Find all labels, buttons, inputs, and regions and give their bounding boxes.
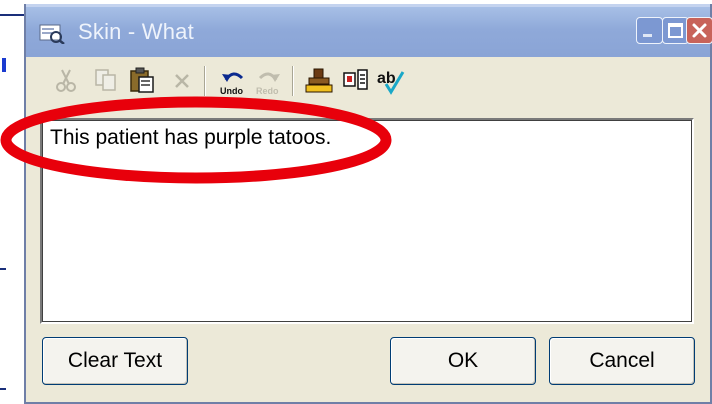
skin-what-dialog: Skin - What Undo Redo ab This patient ha… xyxy=(24,4,712,404)
redo-icon[interactable]: Redo xyxy=(254,66,282,96)
copy-icon[interactable] xyxy=(92,66,120,94)
toolbar-separator xyxy=(292,66,294,96)
note-text-value: This patient has purple tatoos. xyxy=(50,126,332,149)
minimize-button[interactable] xyxy=(636,17,663,44)
background-app-edge xyxy=(0,0,26,404)
svg-text:Redo: Redo xyxy=(256,86,279,96)
background-border-line xyxy=(0,268,6,270)
cancel-button[interactable]: Cancel xyxy=(549,337,695,385)
undo-icon[interactable]: Undo xyxy=(218,66,246,96)
note-text-field[interactable]: This patient has purple tatoos. xyxy=(40,118,694,324)
spellcheck-icon[interactable]: ab xyxy=(376,66,405,95)
clear-text-button[interactable]: Clear Text xyxy=(42,337,188,385)
edit-toolbar: Undo Redo ab xyxy=(38,58,508,102)
delete-x-icon[interactable] xyxy=(168,66,196,94)
window-title: Skin - What xyxy=(78,19,194,44)
background-marker xyxy=(2,58,6,72)
stamp-icon[interactable] xyxy=(304,66,333,94)
template-icon[interactable] xyxy=(342,66,370,94)
clipboard-icon[interactable] xyxy=(128,66,156,94)
title-bar[interactable]: Skin - What xyxy=(26,4,712,57)
scissors-icon[interactable] xyxy=(52,66,80,94)
toolbar-separator xyxy=(204,66,206,96)
ok-button[interactable]: OK xyxy=(390,337,536,385)
close-button[interactable] xyxy=(686,17,712,44)
dictation-icon xyxy=(39,22,65,45)
maximize-button[interactable] xyxy=(662,17,689,44)
background-border-line xyxy=(0,14,24,16)
svg-text:Undo: Undo xyxy=(220,86,243,96)
background-border-line xyxy=(0,388,6,390)
